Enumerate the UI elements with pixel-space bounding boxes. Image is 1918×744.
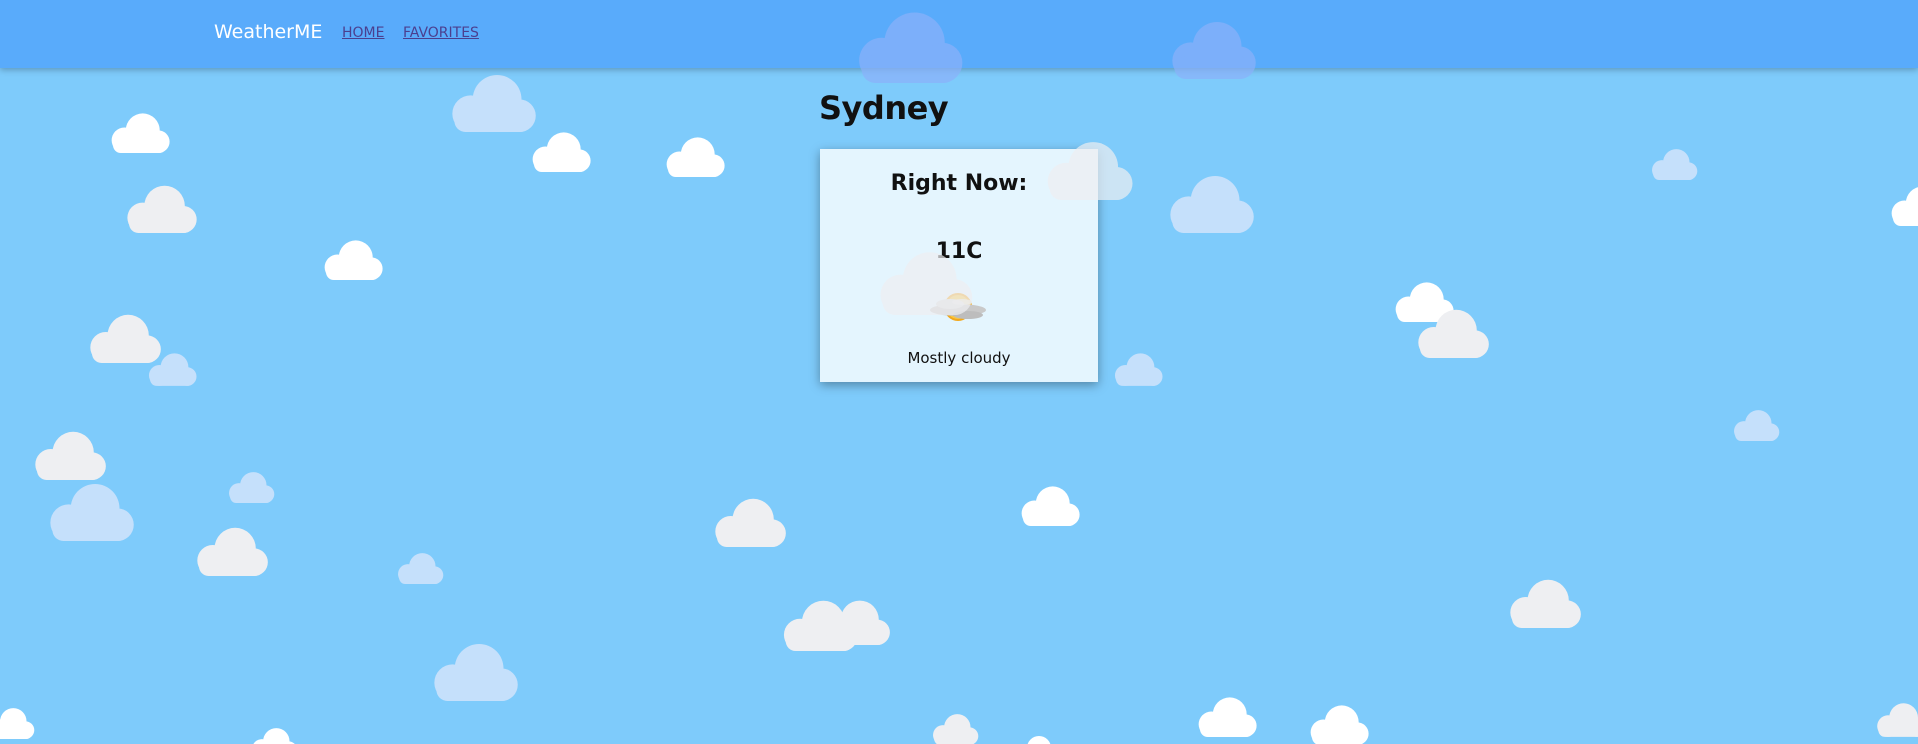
cloud-icon (1158, 174, 1260, 233)
brand-logo[interactable]: WeatherME (214, 21, 322, 43)
cloud-icon (867, 250, 979, 315)
cloud-icon (524, 131, 595, 172)
cloud-icon (705, 497, 791, 547)
condition-text: Mostly cloudy (907, 349, 1011, 367)
nav-link-favorites[interactable]: FAVORITES (403, 25, 479, 41)
cloud-icon (422, 642, 524, 701)
cloud-icon (815, 599, 895, 645)
cloud-icon (1011, 735, 1061, 744)
city-title: Sydney (819, 89, 949, 127)
cloud-icon (1035, 140, 1139, 200)
cloud-icon (187, 526, 273, 576)
nav-link-home[interactable]: HOME (342, 25, 384, 41)
cloud-icon (1870, 702, 1918, 737)
cloud-icon (1013, 485, 1084, 526)
cloud-icon (440, 73, 542, 132)
cloud-icon (658, 136, 729, 177)
cloud-icon (391, 552, 447, 584)
cloud-icon (1883, 185, 1918, 226)
cloud-icon (1160, 20, 1262, 79)
cloud-icon (222, 471, 278, 503)
cloud-icon (1108, 352, 1166, 386)
cloud-icon (1727, 409, 1783, 441)
cloud-icon (117, 184, 202, 233)
cloud-icon (1645, 148, 1701, 180)
cloud-icon (25, 430, 111, 480)
cloud-icon (316, 239, 387, 280)
cloud-icon (103, 112, 174, 153)
cloud-icon (38, 482, 140, 541)
cloud-icon (1302, 704, 1373, 744)
cloud-icon (245, 727, 301, 744)
cloud-icon (926, 713, 982, 744)
cloud-icon (844, 10, 970, 83)
cloud-icon (1408, 308, 1494, 358)
cloud-icon (1190, 696, 1261, 737)
cloud-icon (142, 352, 200, 386)
cloud-icon (0, 707, 38, 739)
cloud-icon (1500, 578, 1586, 628)
